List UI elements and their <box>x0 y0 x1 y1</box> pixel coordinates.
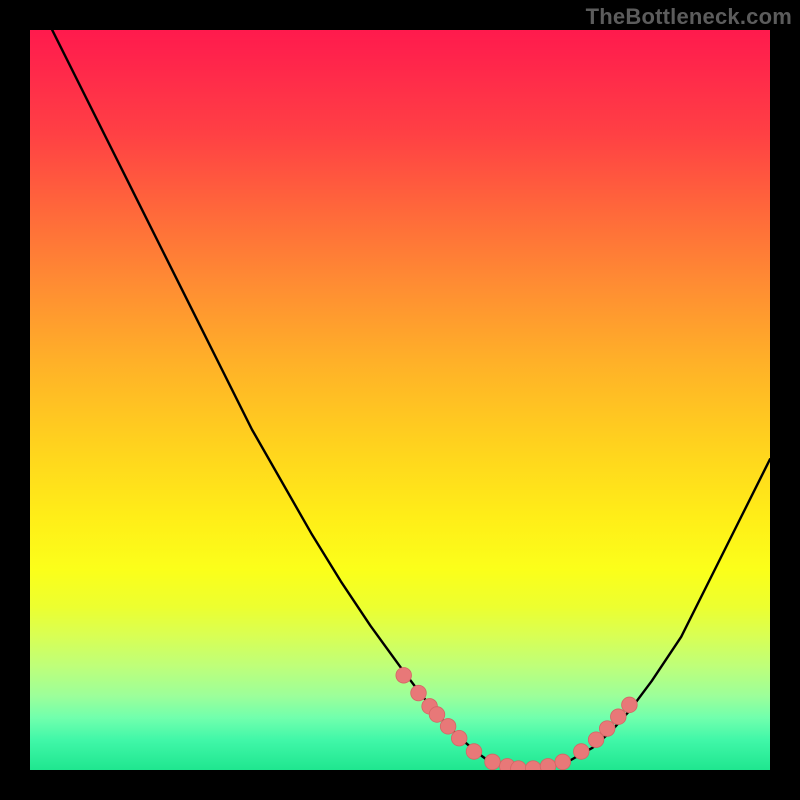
data-point <box>451 730 467 746</box>
data-point <box>599 721 615 737</box>
data-point <box>440 719 456 735</box>
data-point <box>466 744 482 760</box>
watermark-text: TheBottleneck.com <box>586 4 792 30</box>
data-point <box>555 754 571 770</box>
data-point <box>396 667 412 683</box>
data-point <box>622 697 638 713</box>
data-point <box>429 707 445 723</box>
data-point <box>540 759 556 771</box>
data-point <box>411 685 427 701</box>
data-point <box>525 761 541 770</box>
dots-layer <box>30 30 770 770</box>
plot-area <box>30 30 770 770</box>
data-point <box>485 754 501 770</box>
chart-frame: TheBottleneck.com <box>0 0 800 800</box>
data-point <box>611 709 627 725</box>
data-point <box>574 744 590 760</box>
sample-points <box>396 667 637 770</box>
